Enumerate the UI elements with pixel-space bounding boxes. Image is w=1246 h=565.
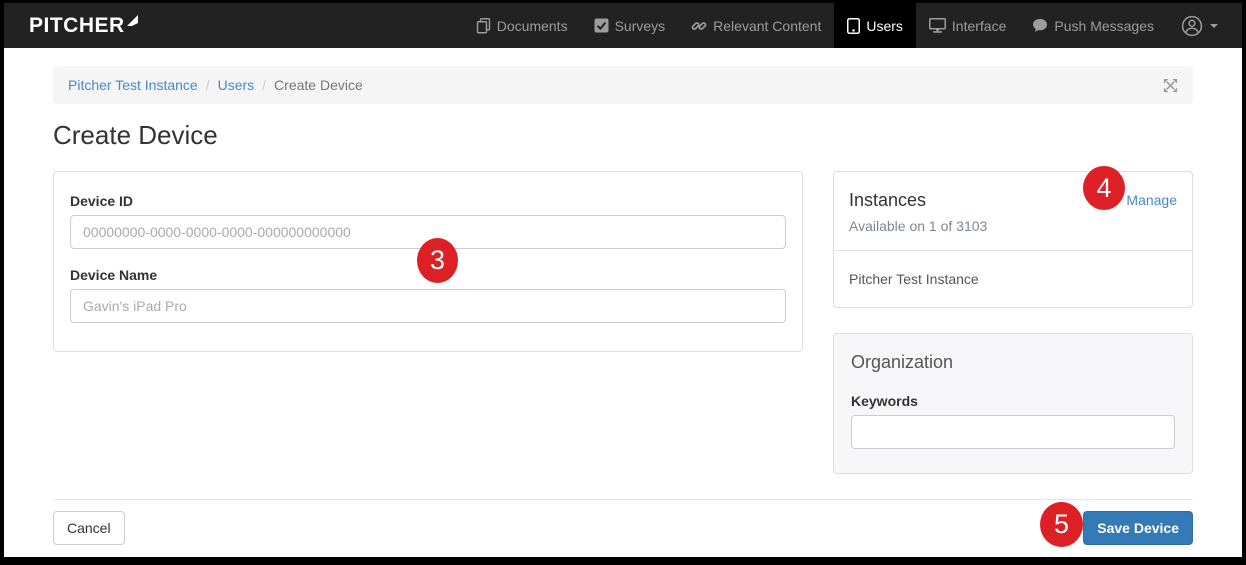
breadcrumb-current: Create Device (274, 77, 363, 93)
breadcrumb-link-users[interactable]: Users (218, 77, 255, 93)
annotation-step-5: 5 (1040, 502, 1083, 547)
caret-down-icon (1210, 24, 1218, 28)
user-account-menu[interactable] (1167, 3, 1242, 48)
keywords-input[interactable] (851, 415, 1175, 449)
save-device-button[interactable]: Save Device (1083, 511, 1193, 545)
content-row: Device ID Device Name Instances Availabl… (53, 171, 1193, 474)
annotation-step-3: 3 (417, 238, 458, 283)
annotation-step-4: 4 (1083, 166, 1125, 210)
organization-panel: Organization Keywords (833, 333, 1193, 474)
chat-icon (1032, 18, 1048, 33)
nav-item-label: Push Messages (1054, 18, 1154, 34)
nav-item-push-messages[interactable]: Push Messages (1019, 3, 1167, 48)
pitcher-logo-text: PITCHER (29, 14, 125, 38)
instances-availability: Available on 1 of 3103 (849, 218, 1177, 234)
page-title: Create Device (53, 120, 1193, 151)
navbar-menu: Documents Surveys Relevant Content Users… (463, 3, 1242, 48)
nav-item-users[interactable]: Users (834, 3, 916, 48)
user-circle-icon (1181, 15, 1203, 37)
side-column: Instances Available on 1 of 3103 Manage … (833, 171, 1193, 474)
link-icon (691, 18, 707, 34)
device-id-label: Device ID (70, 193, 786, 209)
nav-item-interface[interactable]: Interface (916, 3, 1019, 48)
instances-list: Pitcher Test Instance (834, 250, 1192, 307)
breadcrumb-link-instance[interactable]: Pitcher Test Instance (68, 77, 198, 93)
tablet-icon (847, 18, 860, 34)
nav-item-label: Interface (952, 18, 1006, 34)
instances-panel: Instances Available on 1 of 3103 Manage … (833, 171, 1193, 308)
create-device-page: { "navbar": { "brand": "PITCHER", "items… (0, 0, 1246, 565)
instances-header: Instances Available on 1 of 3103 (834, 172, 1192, 250)
pitcher-logo[interactable]: PITCHER (4, 3, 158, 48)
expand-arrows-icon[interactable] (1163, 78, 1178, 93)
keywords-label: Keywords (851, 393, 1175, 409)
organization-title: Organization (851, 352, 1175, 373)
footer-actions: Cancel Save Device (53, 511, 1193, 545)
checkbox-icon (594, 18, 609, 33)
nav-item-relevant-content[interactable]: Relevant Content (678, 3, 834, 48)
top-navbar: PITCHER Documents Surveys Relevant Conte… (4, 3, 1242, 48)
breadcrumb-separator: / (206, 77, 210, 93)
manage-instances-link[interactable]: Manage (1126, 192, 1177, 208)
pitcher-logo-arrow-icon (126, 14, 138, 26)
main-container: Pitcher Test Instance / Users / Create D… (53, 66, 1193, 545)
device-name-input[interactable] (70, 289, 786, 323)
instance-list-item[interactable]: Pitcher Test Instance (834, 251, 1192, 307)
footer-divider (53, 499, 1193, 500)
cancel-button[interactable]: Cancel (53, 511, 125, 545)
nav-item-label: Users (866, 18, 903, 34)
documents-icon (476, 18, 491, 34)
nav-item-label: Relevant Content (713, 18, 821, 34)
monitor-icon (929, 18, 946, 33)
nav-item-documents[interactable]: Documents (463, 3, 581, 48)
nav-item-label: Surveys (615, 18, 666, 34)
nav-item-surveys[interactable]: Surveys (581, 3, 679, 48)
breadcrumb: Pitcher Test Instance / Users / Create D… (53, 66, 1193, 104)
nav-item-label: Documents (497, 18, 568, 34)
breadcrumb-separator: / (262, 77, 266, 93)
